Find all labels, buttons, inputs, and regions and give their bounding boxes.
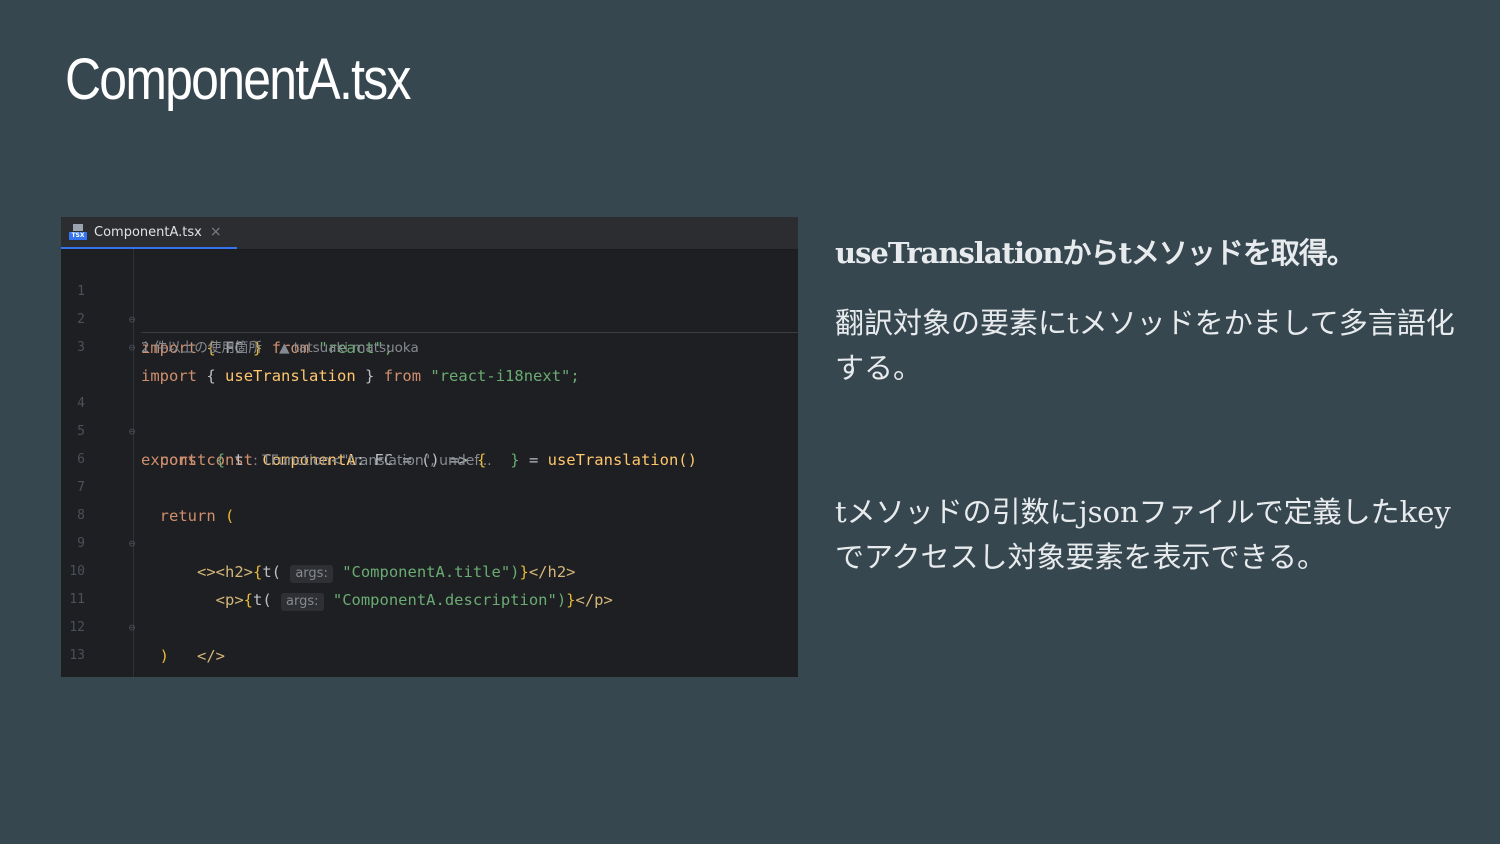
fold-icon[interactable]: ⊖ [127,670,137,677]
line-number: 3 [77,340,85,355]
code-line: 10 <p>{t( args: "ComponentA.description"… [61,530,798,611]
editor-tab-bar: TSX ComponentA.tsx × [61,217,798,250]
author-name[interactable]: tatsuaki matsuoka [294,340,419,356]
code-line: 2 ⊖ import { useTranslation } from "reac… [61,278,798,385]
tab-label: ComponentA.tsx [94,224,202,240]
lead-text: useTranslationからtメソッドを取得。 [835,236,1356,270]
person-icon: ▲ [279,340,290,356]
code-line: 4 ⊖ export const ComponentA: FC = () => … [61,362,798,469]
description-paragraph-2: tメソッドの引数にjsonファイルで定義したkeyでアクセスし対象要素を表示でき… [835,495,1451,574]
description-paragraph-1: 翻訳対象の要素にtメソッドをかまして多言語化する。 [835,306,1455,385]
code-editor[interactable]: TSX ComponentA.tsx × 1 ⊖ import { FC } f… [61,217,798,677]
usage-hint[interactable]: 2 件以上の使用箇所 ▲ tatsuaki matsuoka [141,336,419,360]
code-line: 12 ) [61,586,798,665]
usage-count[interactable]: 2 件以上の使用箇所 [141,340,262,356]
code-line: 3 [61,306,798,355]
code-line: 7 return ( [61,446,798,525]
code-line: 6 [61,418,798,467]
code-line: 9 <h2>{t( args: "ComponentA.title")}</h2… [61,502,798,583]
line-number: 14 [61,670,85,677]
tsx-file-icon: TSX [69,224,87,240]
code-line: 11 ⊖ </> [61,558,798,665]
page-title: ComponentA.tsx [65,47,411,112]
code-line: 14 [61,642,798,677]
code-line: 1 ⊖ import { FC } from "react"; [61,250,798,357]
tab-componenta[interactable]: TSX ComponentA.tsx × [61,217,237,249]
code-line: 5 const { t : TFunction<"translation", u… [61,390,798,469]
code-line: 8 ⊖ <> [61,474,798,581]
code-line: 13 ⊖ } [61,614,798,663]
inlay-separator [141,332,798,333]
fold-icon[interactable]: ⊖ [127,334,137,362]
close-icon[interactable]: × [210,224,222,240]
